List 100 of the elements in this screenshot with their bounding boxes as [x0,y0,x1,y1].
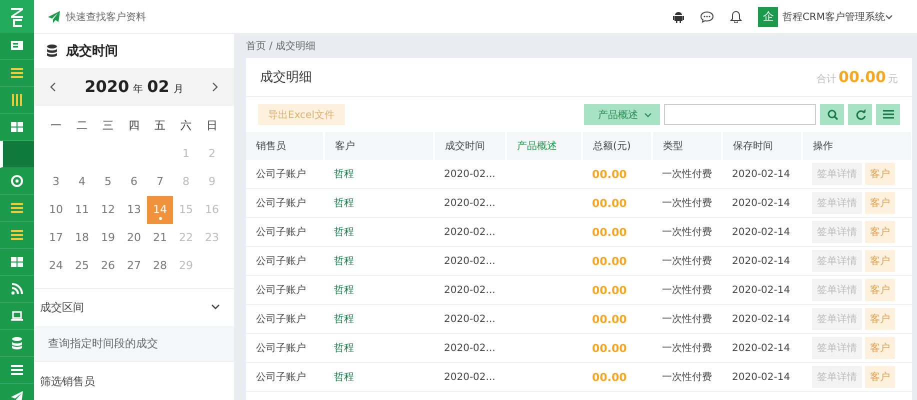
filter-dropdown[interactable]: 产品概述 [584,104,660,125]
filter-dropdown-label[interactable]: 产品概述 [598,108,638,122]
chat-icon[interactable] [700,10,714,22]
bell-icon[interactable] [730,10,742,23]
chevron-down-icon[interactable] [211,304,220,310]
column-header: 销售员 [246,132,324,160]
breadcrumb: 首页 / 成交明细 [245,40,317,54]
amount-value: 00.00 [592,284,627,296]
table-cell: 2020-02-14 [722,246,802,276]
weekday-label: 五 [154,118,166,134]
table-cell: 公司子账户 [246,246,324,276]
calendar-day[interactable]: 6 [121,168,147,196]
menu-icon[interactable] [10,66,24,80]
column-header: 保存时间 [722,132,802,160]
weekday-label: 二 [76,118,88,134]
table-cell: 一次性付费 [652,160,722,188]
total-value: 00.00 [838,68,886,86]
list-icon[interactable] [882,109,894,120]
total-unit: 元 [888,73,898,86]
send-icon[interactable] [10,390,24,400]
customer-link[interactable]: 哲程 [334,314,354,325]
menu-icon[interactable] [10,363,24,377]
laptop-icon[interactable] [10,309,24,323]
table-cell: 一次性付费 [652,276,722,304]
search-field[interactable] [664,104,816,125]
amount-value: 00.00 [592,226,627,238]
logo-icon[interactable] [9,6,25,28]
calendar-day[interactable]: 28 [147,252,173,280]
section-title[interactable]: 筛选销售员 [40,374,95,389]
column-header[interactable]: 产品概述 [506,132,582,160]
customer-link[interactable]: 哲程 [334,198,354,209]
quick-search-link[interactable]: 快速查找客户资料 [66,10,146,24]
amount-value: 00.00 [592,342,627,354]
table-cell: 2020-02-14 [722,276,802,304]
customer-link[interactable]: 哲程 [334,256,354,267]
table-cell: 一次性付费 [652,246,722,276]
customer-link[interactable]: 哲程 [334,285,354,296]
android-icon[interactable] [673,10,684,22]
caret-icon[interactable] [885,14,893,20]
calendar-day[interactable]: 27 [121,252,147,280]
company-name[interactable]: 哲程CRM客户管理系统 [782,10,885,24]
refresh-button[interactable] [848,104,872,125]
column-header: 客户 [324,132,434,160]
grid-icon[interactable] [10,255,24,269]
amount-value: 00.00 [592,168,627,180]
customer-link[interactable]: 哲程 [334,227,354,238]
calendar-day[interactable]: 21 [147,224,173,252]
calendar-day[interactable]: 12 [95,196,121,224]
panel-title: 成交时间 [66,42,118,60]
amount-value: 00.00 [592,370,627,384]
calendar-day[interactable]: 14 [147,196,173,224]
calendar-day[interactable]: 18 [69,224,95,252]
weekday-label: 四 [128,118,140,134]
table-cell: 公司子账户 [246,188,324,218]
calendar-day[interactable]: 10 [43,196,69,224]
calendar-day[interactable]: 19 [95,224,121,252]
customer-link[interactable]: 哲程 [334,372,354,383]
year-unit: 年 [133,83,144,96]
calendar-day[interactable]: 7 [147,168,173,196]
columns-icon[interactable] [10,93,24,107]
total-label: 合计 [816,72,837,86]
send-icon [48,10,60,22]
table-cell: 公司子账户 [246,218,324,246]
calendar-day[interactable]: 3 [43,168,69,196]
menu-icon[interactable] [10,201,24,215]
database-icon[interactable] [10,336,24,350]
search-icon[interactable] [826,109,838,120]
refresh-icon[interactable] [854,109,866,120]
calendar-day[interactable]: 20 [121,224,147,252]
table-cell: 一次性付费 [652,218,722,246]
calendar-month: 02 [147,77,170,96]
card-icon[interactable] [10,39,24,53]
column-header: 成交时间 [434,132,506,160]
menu-icon[interactable] [10,228,24,242]
calendar-day[interactable]: 25 [69,252,95,280]
calendar-day[interactable]: 4 [69,168,95,196]
calendar-day[interactable]: 5 [95,168,121,196]
weekday-label: 日 [206,118,218,134]
calendar-day[interactable]: 11 [69,196,95,224]
section-title[interactable]: 成交区间 [40,300,84,315]
calendar-day[interactable]: 26 [95,252,121,280]
table-cell: 公司子账户 [246,334,324,362]
customer-link[interactable]: 哲程 [334,343,354,354]
calendar-day[interactable]: 24 [43,252,69,280]
month-unit: 月 [173,83,184,96]
list-button[interactable] [876,104,900,125]
table-cell: 一次性付费 [652,188,722,218]
column-header: 总额(元) [582,132,652,160]
chevron-left-icon[interactable] [50,82,56,92]
grid-icon[interactable] [10,120,24,134]
rss-icon[interactable] [10,282,24,296]
rail-item[interactable] [0,141,34,168]
search-button[interactable] [820,104,844,125]
calendar-day[interactable]: 17 [43,224,69,252]
calendar-day[interactable]: 13 [121,196,147,224]
customer-link[interactable]: 哲程 [334,169,354,180]
chevron-right-icon[interactable] [212,82,218,92]
target-icon[interactable] [10,174,24,188]
table-cell: 2020-02... [434,362,506,392]
table-cell: 公司子账户 [246,160,324,188]
